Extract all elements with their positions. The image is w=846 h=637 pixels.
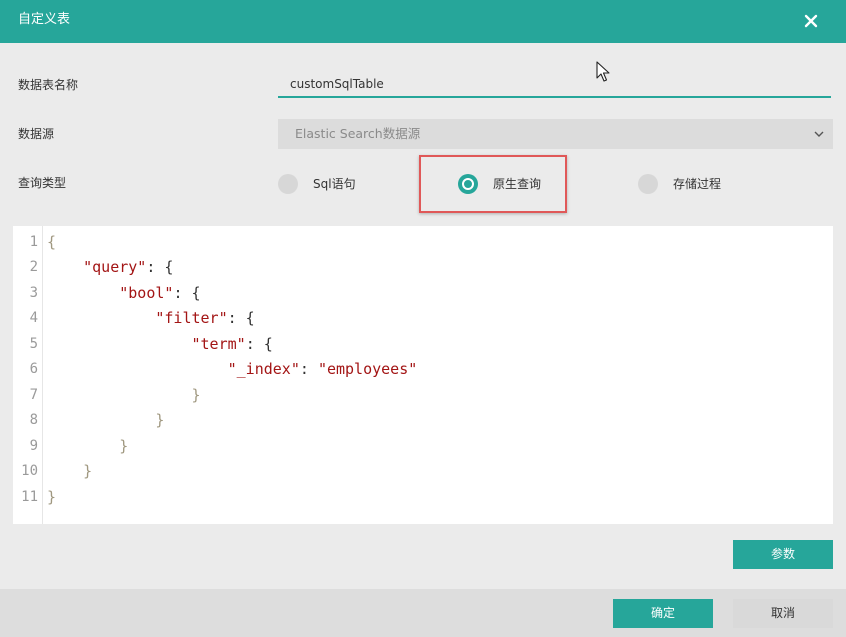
dialog-titlebar: 自定义表 <box>0 0 846 43</box>
highlight-annotation-box <box>419 155 567 213</box>
code-line: "term": { <box>191 335 273 353</box>
data-source-value: Elastic Search数据源 <box>295 126 421 141</box>
chevron-down-icon <box>814 131 824 137</box>
query-type-label: 查询类型 <box>18 176 67 190</box>
line-number: 9 <box>29 438 38 454</box>
dialog-title: 自定义表 <box>18 12 71 27</box>
line-number: 3 <box>29 285 38 301</box>
table-name-input[interactable] <box>278 72 831 98</box>
line-number: 8 <box>29 412 38 428</box>
code-line: "filter": { <box>155 309 255 327</box>
dialog-footer: 确定 取消 <box>0 589 846 637</box>
cancel-button[interactable]: 取消 <box>733 599 833 628</box>
code-line: "bool": { <box>119 284 201 302</box>
mouse-pointer-icon <box>596 61 610 82</box>
line-number: 5 <box>29 336 38 352</box>
radio-sql-label: Sql语句 <box>313 177 356 191</box>
line-number: 6 <box>29 361 38 377</box>
table-name-label: 数据表名称 <box>18 78 79 92</box>
radio-procedure-label: 存储过程 <box>673 177 722 191</box>
close-button[interactable] <box>798 8 824 34</box>
line-number: 1 <box>29 234 38 250</box>
line-number: 4 <box>29 310 38 326</box>
code-line: } <box>191 386 201 404</box>
code-line: "_index": "employees" <box>227 360 418 378</box>
line-number: 7 <box>29 387 38 403</box>
line-number: 2 <box>29 259 38 275</box>
query-code-editor[interactable]: 1 2 3 4 5 6 7 8 9 10 11 { "query": { "bo… <box>13 226 833 524</box>
line-number: 11 <box>21 489 38 505</box>
ok-button[interactable]: 确定 <box>613 599 713 628</box>
radio-circle <box>278 174 298 194</box>
line-number-gutter: 1 2 3 4 5 6 7 8 9 10 11 <box>13 226 43 524</box>
params-button[interactable]: 参数 <box>733 540 833 569</box>
code-line: "query": { <box>83 258 174 276</box>
close-icon <box>804 14 818 28</box>
code-line: { <box>47 233 57 251</box>
code-line: } <box>155 411 165 429</box>
code-line: } <box>83 462 93 480</box>
line-number: 10 <box>21 463 38 479</box>
data-source-select[interactable]: Elastic Search数据源 <box>278 119 833 149</box>
code-line: } <box>47 488 57 506</box>
radio-circle <box>638 174 658 194</box>
data-source-label: 数据源 <box>18 127 55 141</box>
custom-table-dialog: 自定义表 数据表名称 数据源 Elastic Search数据源 查询类型 Sq… <box>0 0 846 637</box>
code-line: } <box>119 437 129 455</box>
